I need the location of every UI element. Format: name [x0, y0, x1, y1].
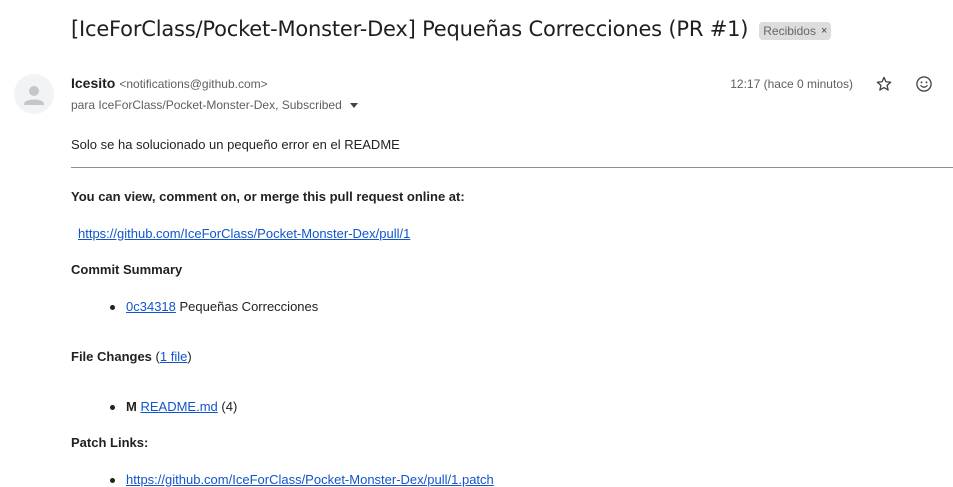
pr-url-link[interactable]: https://github.com/IceForClass/Pocket-Mo…	[78, 226, 410, 241]
file-item: M README.md (4)	[126, 399, 237, 414]
person-avatar-icon	[24, 86, 44, 105]
bullet-icon	[110, 405, 115, 410]
patch-links-heading: Patch Links:	[71, 435, 149, 450]
add-reaction-button[interactable]	[913, 73, 935, 95]
patch-link-item: https://github.com/IceForClass/Pocket-Mo…	[126, 472, 494, 487]
commit-item: 0c34318 Pequeñas Correcciones	[126, 299, 318, 314]
recipients-text: para IceForClass/Pocket-Monster-Dex, Sub…	[71, 98, 342, 112]
commit-summary-heading: Commit Summary	[71, 262, 183, 277]
file-changes-heading: File Changes	[71, 349, 152, 364]
body-divider	[71, 167, 953, 168]
sender-block: Icesito <notifications@github.com> para …	[71, 75, 358, 112]
message-timestamp: 12:17 (hace 0 minutos)	[730, 77, 853, 91]
email-subject-row: [IceForClass/Pocket-Monster-Dex] Pequeña…	[71, 17, 933, 41]
label-chip-text: Recibidos	[763, 23, 816, 38]
pr-url-line: https://github.com/IceForClass/Pocket-Mo…	[78, 226, 410, 241]
star-icon	[876, 76, 892, 91]
remove-label-icon[interactable]: ×	[821, 25, 827, 37]
email-subject: [IceForClass/Pocket-Monster-Dex] Pequeña…	[71, 17, 749, 41]
patch-url-link[interactable]: https://github.com/IceForClass/Pocket-Mo…	[126, 472, 494, 487]
chevron-down-icon[interactable]	[349, 102, 358, 108]
sender-name[interactable]: Icesito	[71, 75, 115, 91]
file-change-count: (4)	[221, 399, 238, 414]
file-changes-link[interactable]: 1 file	[160, 349, 187, 364]
bullet-icon	[110, 305, 115, 310]
view-pr-heading: You can view, comment on, or merge this …	[71, 189, 465, 204]
message-meta: 12:17 (hace 0 minutos)	[730, 73, 935, 95]
emoji-reaction-icon	[916, 76, 932, 92]
bullet-icon	[110, 478, 115, 483]
email-intro-text: Solo se ha solucionado un pequeño error …	[71, 137, 400, 152]
file-changes-close-paren: )	[187, 349, 192, 364]
file-name-link[interactable]: README.md	[140, 399, 217, 414]
file-changes-line: File Changes (1 file)	[71, 349, 192, 364]
commit-sha-link[interactable]: 0c34318	[126, 299, 176, 314]
star-button[interactable]	[873, 73, 895, 95]
label-chip-inbox[interactable]: Recibidos ×	[759, 21, 832, 40]
sender-avatar[interactable]	[14, 74, 54, 114]
commit-message: Pequeñas Correcciones	[179, 299, 319, 314]
sender-email: <notifications@github.com>	[119, 77, 268, 91]
file-status: M	[126, 399, 137, 414]
